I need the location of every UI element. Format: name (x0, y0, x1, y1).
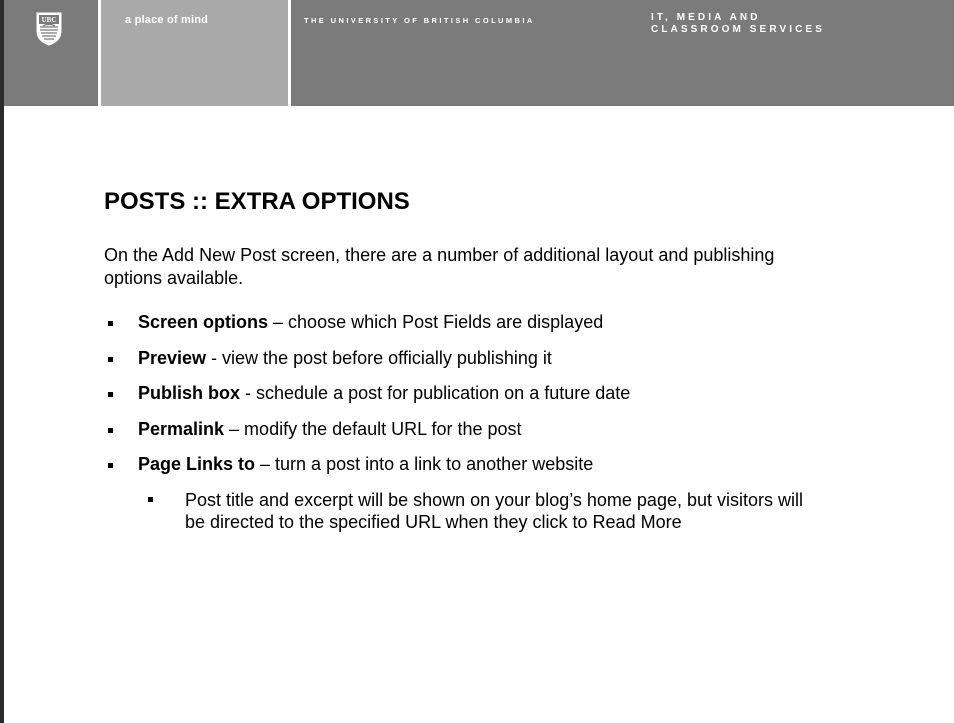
option-description: - view the post before officially publis… (206, 347, 552, 368)
left-border-rule (0, 0, 4, 723)
slide-title: POSTS :: EXTRA OPTIONS (104, 188, 410, 215)
option-permalink: Permalink – modify the default URL for t… (104, 418, 904, 441)
tagline-panel: a place of mind (101, 0, 291, 106)
department-name-line-1: IT, MEDIA AND (651, 12, 761, 23)
option-term: Permalink (138, 418, 225, 439)
options-list: Screen options – choose which Post Field… (104, 311, 904, 476)
option-term: Preview (138, 347, 207, 368)
option-description: – modify the default URL for the post (224, 418, 522, 439)
tagline: a place of mind (125, 14, 209, 26)
department-name-line-2: CLASSROOM SERVICES (651, 24, 825, 35)
option-page-links-to: Page Links to – turn a post into a link … (104, 453, 904, 476)
university-name: THE UNIVERSITY OF BRITISH COLUMBIA (304, 16, 535, 25)
header-banner: UBC a place of mind THE UNIVERSITY OF BR… (4, 0, 954, 106)
option-description: - schedule a post for publication on a f… (240, 383, 631, 403)
department-name: IT, MEDIA AND CLASSROOM SERVICES (651, 12, 825, 36)
option-description: – turn a post into a link to another web… (255, 454, 594, 474)
slide: UBC a place of mind THE UNIVERSITY OF BR… (0, 0, 954, 723)
ubc-logo-text: UBC (42, 16, 57, 24)
option-preview: Preview - view the post before officiall… (104, 347, 904, 370)
slide-content: POSTS :: EXTRA OPTIONS On the Add New Po… (104, 187, 904, 533)
bullet-square-icon (108, 321, 113, 326)
page-links-to-sub-bullet: Post title and excerpt will be shown on … (148, 489, 805, 533)
ubc-crest-logo: UBC (36, 12, 62, 46)
bullet-square-icon (108, 427, 113, 433)
bullet-square-icon (108, 463, 113, 468)
sub-bullet-text: Post title and excerpt will be shown on … (185, 489, 803, 532)
bullet-square-icon (108, 392, 113, 397)
option-publish-box: Publish box - schedule a post for public… (104, 382, 904, 405)
bullet-square-icon (148, 496, 153, 502)
option-term: Page Links to (138, 454, 256, 474)
option-term: Screen options (138, 312, 269, 332)
option-term: Publish box (138, 383, 241, 403)
crest-panel: UBC (4, 0, 101, 106)
intro-paragraph: On the Add New Post screen, there are a … (104, 245, 775, 288)
option-description: – choose which Post Fields are displayed (268, 312, 604, 332)
bullet-square-icon (108, 356, 113, 362)
option-screen-options: Screen options – choose which Post Field… (104, 311, 904, 334)
